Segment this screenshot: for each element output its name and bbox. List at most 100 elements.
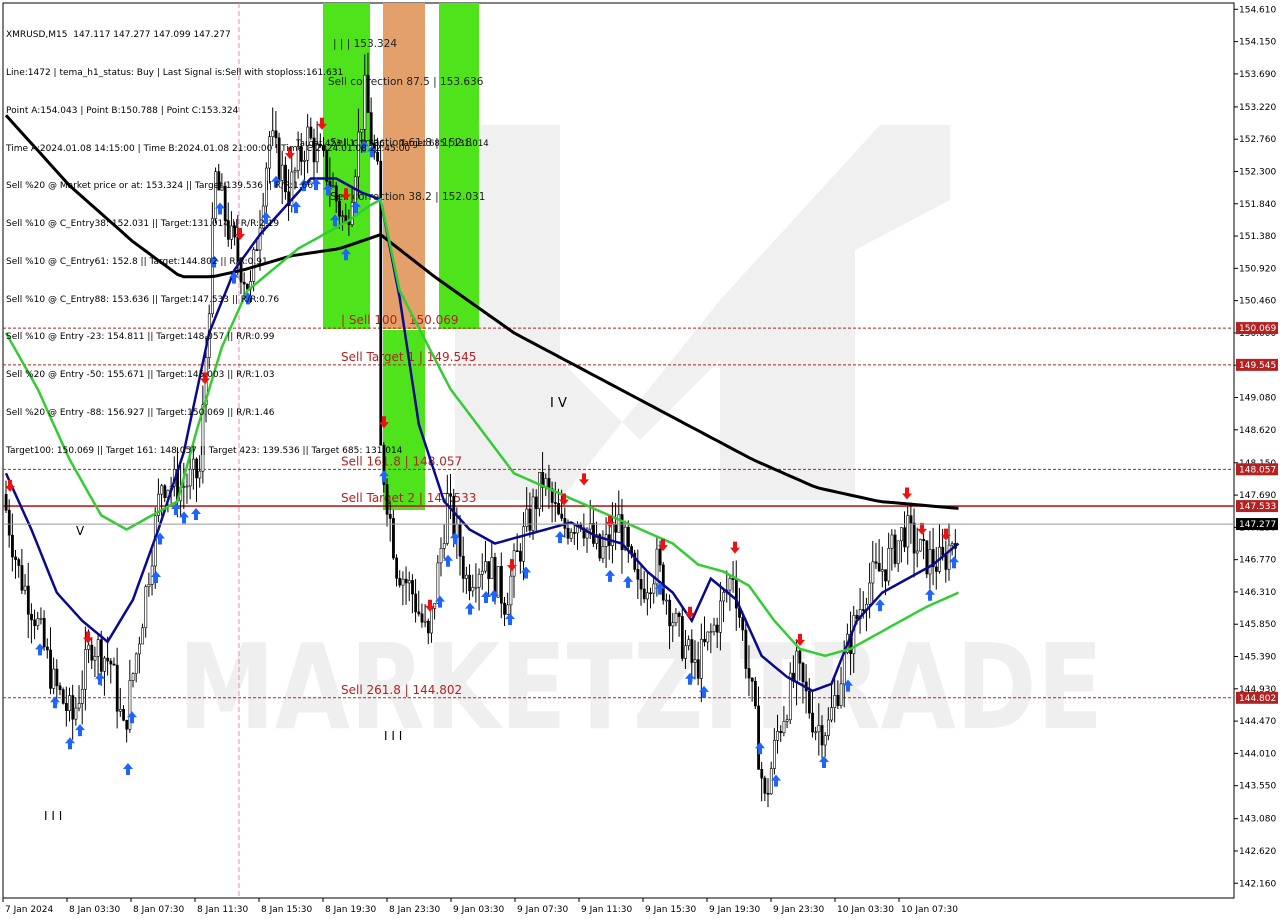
candle-body [395, 557, 399, 579]
info-line-entry-50: Sell %20 @ Entry -50: 155.671 || Target:… [6, 370, 275, 381]
candle-body [65, 703, 68, 711]
price-tick-label: 143.080 [1239, 815, 1276, 825]
candle-body [125, 719, 129, 730]
candle-body [414, 593, 418, 613]
candle-body [45, 646, 49, 651]
candle-body [515, 550, 519, 553]
candle-body [93, 655, 97, 661]
candle-body [519, 550, 522, 562]
candle-body [836, 695, 840, 706]
price-tick-label: 151.840 [1239, 200, 1276, 210]
candle-body [163, 485, 167, 498]
candle-body [750, 677, 754, 682]
candle-body [820, 725, 824, 746]
candle-body [934, 566, 938, 572]
price-tick-label: 152.760 [1239, 135, 1276, 145]
candle-body [817, 725, 821, 733]
candle-body [823, 735, 827, 746]
candle-body [471, 587, 475, 592]
candle-body [795, 650, 799, 682]
info-line-points: Point A:154.043 | Point B:150.788 | Poin… [6, 105, 239, 116]
wave-mark-iv: I V [550, 396, 567, 411]
time-tick-label: 9 Jan 07:30 [517, 905, 569, 915]
candle-body [452, 495, 456, 538]
candle-body [26, 585, 30, 615]
candle-body [668, 599, 672, 627]
time-tick-label: 10 Jan 03:30 [837, 905, 894, 915]
candle-body [617, 514, 621, 533]
candle-body [680, 616, 684, 659]
candle-body [144, 586, 148, 629]
info-line-entry-23: Sell %10 @ Entry -23: 154.811 || Target:… [6, 332, 275, 343]
candle-body [442, 543, 446, 549]
candle-body [687, 639, 691, 647]
watermark-text: MARKETZITRADE [178, 618, 1103, 756]
candle-body [385, 484, 389, 515]
time-axis: 7 Jan 2024 8 Jan 03:30 8 Jan 07:30 8 Jan 11… [2, 898, 958, 915]
candle-body [30, 613, 33, 621]
candle-body [877, 562, 881, 572]
candle-body [900, 527, 903, 542]
time-tick-label: 8 Jan 03:30 [69, 905, 121, 915]
candle-body [747, 668, 751, 679]
candle-body [398, 578, 402, 586]
candle-body [134, 653, 138, 674]
candle-body [639, 579, 643, 590]
candle-body [33, 619, 37, 627]
candle-body [131, 673, 135, 681]
candle-body [763, 777, 767, 794]
price-tick-label: 154.150 [1239, 38, 1276, 48]
candle-body [80, 688, 84, 704]
price-tick-label: 144.010 [1239, 749, 1276, 759]
candle-body [7, 509, 11, 536]
candle-body [446, 493, 449, 544]
candle-body [480, 570, 484, 575]
candle-body [693, 659, 697, 663]
price-tick-label: 147.690 [1239, 491, 1276, 501]
candle-body [77, 703, 81, 709]
candle-body [573, 532, 576, 534]
price-tags: 150.069 149.545 148.057 147.533 144.802 147.2… [1236, 322, 1278, 704]
candle-body [706, 631, 710, 643]
candle-body [106, 657, 110, 662]
candle-body [90, 644, 94, 661]
price-tick-label: 149.080 [1239, 394, 1276, 404]
zone-target-685-label: Target 685 | 131.014 [399, 139, 489, 149]
candle-body [769, 768, 773, 795]
candle-body [919, 539, 922, 552]
candle-body [677, 613, 681, 617]
price-tick-label: 151.380 [1239, 232, 1276, 242]
candle-body [884, 569, 887, 582]
info-line-market-entry: Sell %20 @ Market price or at: 153.324 |… [6, 181, 314, 192]
candle-body [811, 712, 814, 733]
time-tick-label: 8 Jan 23:30 [389, 905, 441, 915]
candle-body [182, 486, 186, 488]
candle-body [614, 524, 618, 533]
candle-body [807, 690, 811, 714]
candle-body [947, 544, 951, 570]
time-tick-label: 9 Jan 15:30 [645, 905, 697, 915]
candle-body [928, 549, 932, 575]
level-price-tag-label: 148.057 [1239, 465, 1276, 475]
candle-body [147, 584, 151, 587]
candle-body [861, 609, 865, 611]
candle-body [112, 663, 116, 666]
candle-body [658, 548, 662, 566]
candle-body [474, 586, 478, 589]
candle-body [388, 513, 392, 519]
candle-body [833, 695, 837, 708]
candle-body [903, 527, 907, 548]
candle-body [49, 649, 52, 689]
candle-body [690, 639, 694, 663]
candle-body [814, 731, 818, 734]
info-line-targets: Target100: 150.069 || Target 161: 148.05… [6, 445, 403, 456]
candle-body [566, 528, 570, 539]
candle-body [531, 496, 535, 531]
candle-body [103, 657, 106, 672]
candle-body [766, 793, 770, 795]
candle-body [160, 485, 164, 495]
candle-body [709, 631, 713, 633]
candle-body [426, 620, 430, 634]
candle-body [941, 546, 945, 556]
candle-body [715, 624, 719, 633]
